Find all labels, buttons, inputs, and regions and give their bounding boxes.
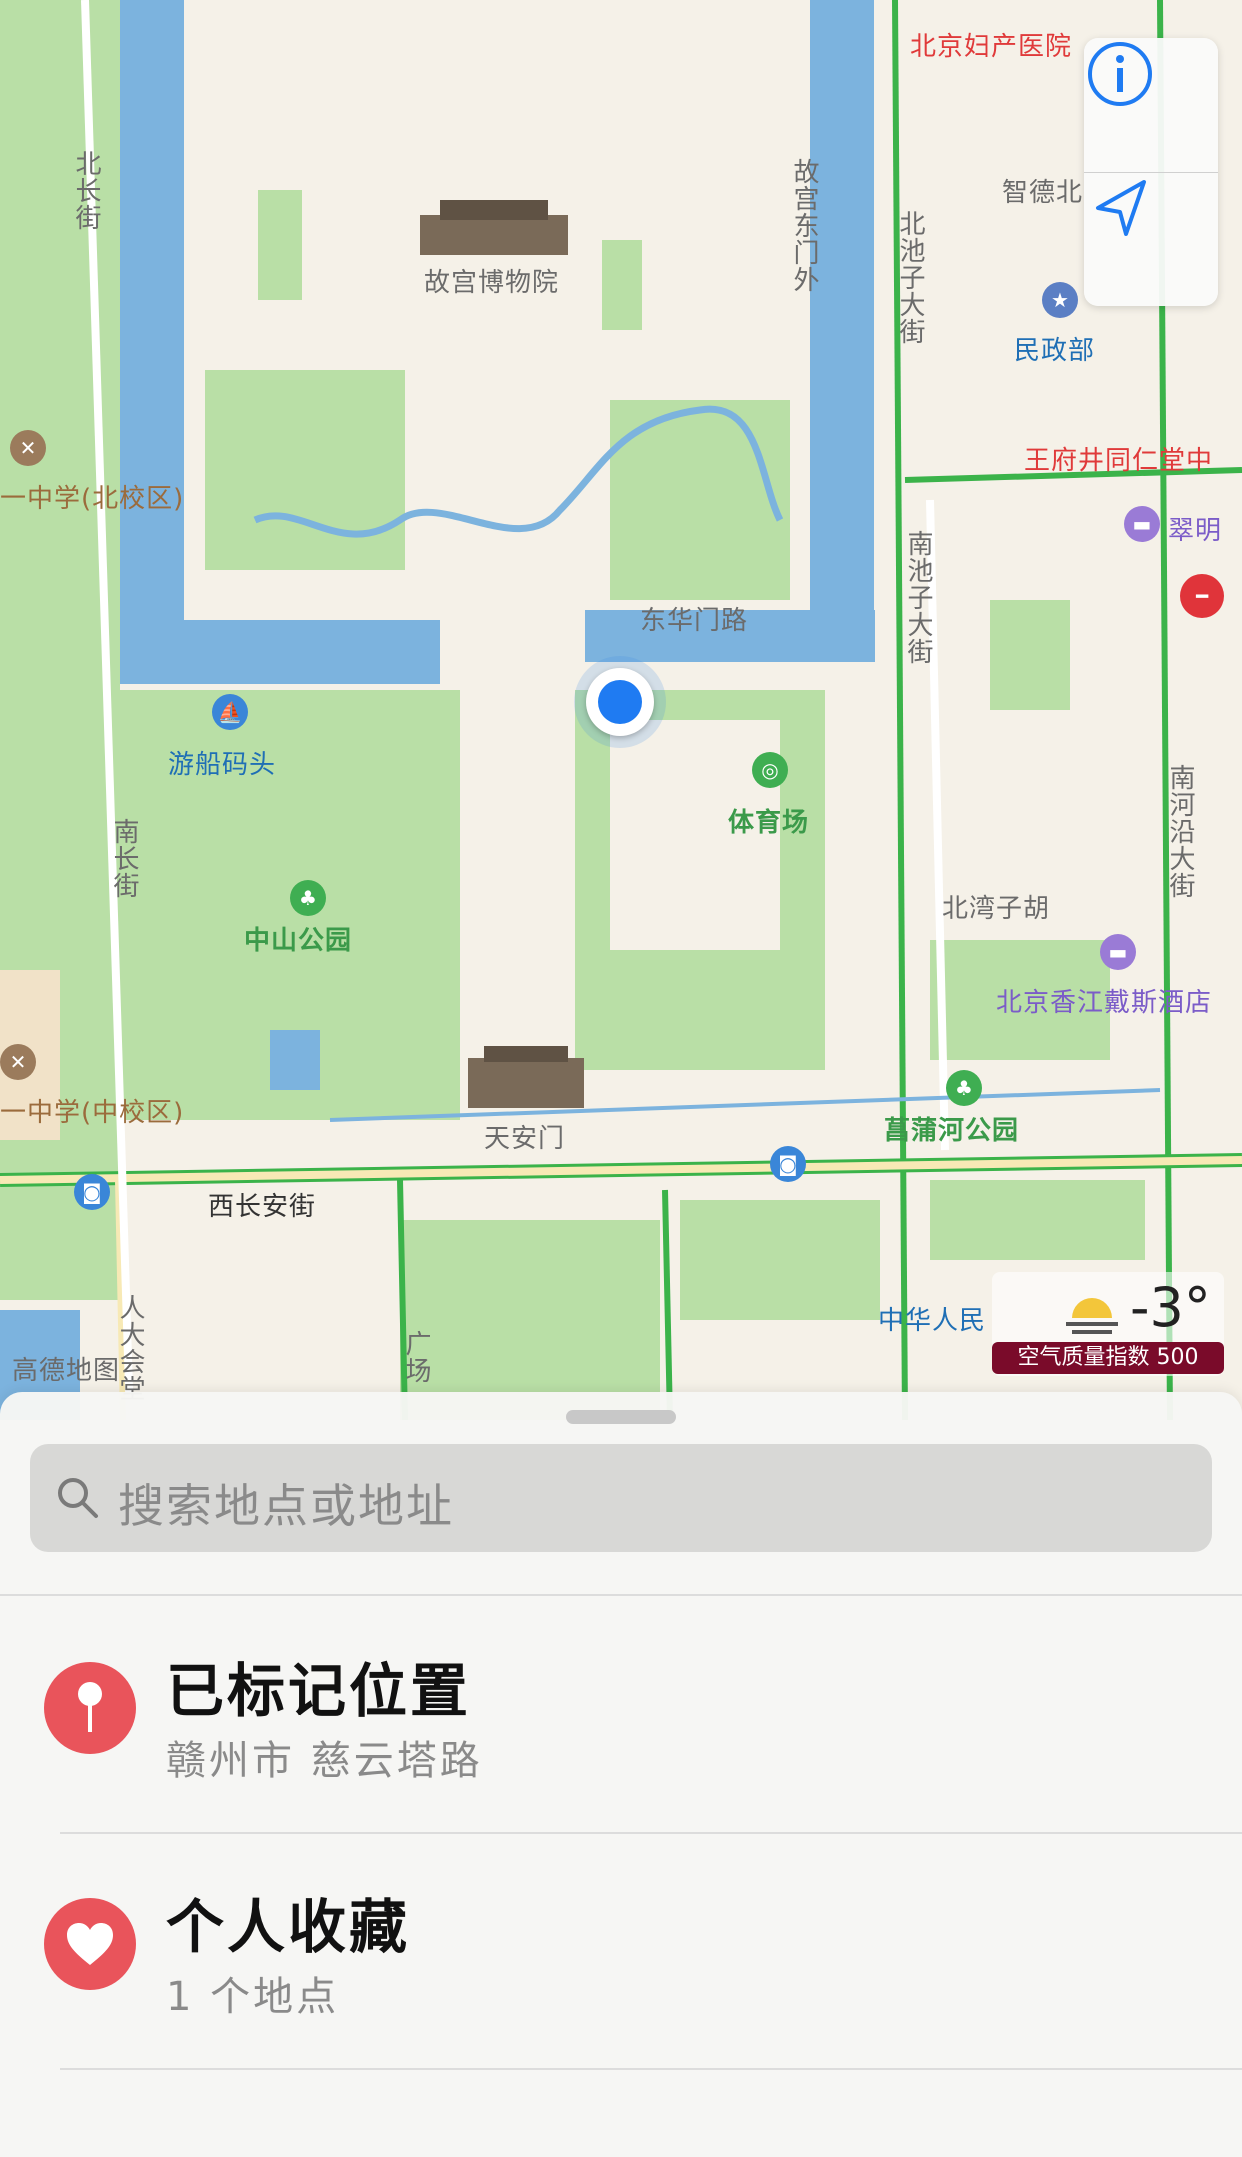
location-arrow-icon	[1096, 180, 1146, 236]
map-controls	[1084, 38, 1218, 306]
search-divider	[0, 1594, 1242, 1596]
list-item-subtitle: 赣州市 慈云塔路	[166, 1738, 483, 1784]
search-bar[interactable]: 搜索地点或地址	[30, 1444, 1212, 1552]
map-view[interactable]: 北京妇产医院 北长街 故宫博物院 故宫东门外 北池子大街 智德北 ★ 民政部 ✕…	[0, 0, 1242, 1420]
list-item-favorites[interactable]: 个人收藏 1 个地点	[0, 1840, 1242, 2070]
map-label-south-changjie: 南长街	[109, 818, 139, 899]
list-item-title: 已标记位置	[166, 1657, 472, 1725]
map-label-school-mid[interactable]: 一中学(中校区)	[0, 1092, 184, 1129]
map-label-hospital[interactable]: 北京妇产医院	[910, 26, 1072, 63]
search-icon	[58, 1478, 98, 1518]
bottom-sheet[interactable]: 搜索地点或地址 已标记位置 赣州市 慈云塔路 个人收藏 1 个地点	[0, 1392, 1242, 2157]
metro-icon: ◙	[770, 1146, 806, 1182]
heart-icon	[44, 1898, 136, 1990]
locate-button[interactable]	[1084, 172, 1218, 306]
star-icon: ★	[1042, 282, 1078, 318]
info-button[interactable]	[1084, 38, 1218, 172]
search-input[interactable]: 搜索地点或地址	[118, 1470, 454, 1536]
map-label-tongrentang[interactable]: 王府井同仁堂中	[1024, 440, 1213, 477]
map-label-stadium[interactable]: 体育场	[728, 802, 809, 839]
map-label-shangri-hotel[interactable]: 北京香江戴斯酒店	[996, 982, 1212, 1019]
map-label-forbidden-city[interactable]: 故宫博物院	[424, 262, 559, 299]
map-label-boat-dock[interactable]: 游船码头	[168, 744, 276, 781]
map-label-gugong-dongmen: 故宫东门外	[789, 158, 819, 293]
map-label-north-changjie: 北长街	[71, 150, 101, 231]
map-label-donghuamen: 东华门路	[640, 606, 749, 636]
map-label-minzhengbu[interactable]: 民政部	[1014, 330, 1095, 367]
list-divider	[60, 2068, 1242, 2070]
map-label-zhongshan-park[interactable]: 中山公园	[244, 920, 352, 957]
pin-icon	[44, 1662, 136, 1754]
list-divider	[60, 1832, 1242, 1834]
hotel-icon: ▬	[1124, 506, 1160, 542]
map-label-changpu-park[interactable]: 菖蒲河公园	[884, 1110, 1019, 1147]
map-label-gaode: 高德地图	[12, 1356, 121, 1386]
info-icon	[1088, 42, 1152, 106]
school-icon: ✕	[0, 1044, 36, 1080]
hotel-icon: ▬	[1100, 934, 1136, 970]
map-label-school-north[interactable]: 一中学(北校区)	[0, 478, 184, 515]
map-label-tiananmen[interactable]: 天安门	[484, 1118, 565, 1155]
park-icon: ♣	[290, 880, 326, 916]
stadium-icon: ◎	[752, 752, 788, 788]
map-label-cuiming[interactable]: 翠明	[1168, 510, 1222, 547]
park-icon: ♣	[946, 1070, 982, 1106]
weather-sun-icon	[1066, 1298, 1118, 1334]
no-entry-icon: ━	[1180, 574, 1224, 618]
map-label-zhide: 智德北	[1002, 178, 1084, 208]
user-location-dot[interactable]	[586, 668, 654, 736]
map-label-guangchang: 广场	[401, 1330, 431, 1384]
list-item-subtitle: 1 个地点	[166, 1974, 340, 2020]
map-label-beiwan: 北湾子胡	[942, 894, 1051, 924]
list-item-title: 个人收藏	[166, 1893, 411, 1961]
school-icon: ✕	[10, 430, 46, 466]
map-label-west-changan: 西长安街	[208, 1192, 317, 1222]
map-label-beichizi: 北池子大街	[895, 210, 925, 345]
weather-widget[interactable]: -3° 空气质量指数 500	[992, 1272, 1224, 1376]
air-quality-badge: 空气质量指数 500	[992, 1342, 1224, 1374]
map-label-zhonghua[interactable]: 中华人民	[878, 1300, 986, 1337]
map-label-nanchizi: 南池子大街	[903, 530, 933, 665]
list-item-marked-location[interactable]: 已标记位置 赣州市 慈云塔路	[0, 1604, 1242, 1834]
sheet-grabber[interactable]	[566, 1410, 676, 1424]
map-label-nanheyan: 南河沿大街	[1165, 764, 1195, 899]
weather-temperature: -3°	[1130, 1276, 1211, 1339]
metro-icon: ◙	[74, 1174, 110, 1210]
boat-icon: ⛵	[212, 694, 248, 730]
